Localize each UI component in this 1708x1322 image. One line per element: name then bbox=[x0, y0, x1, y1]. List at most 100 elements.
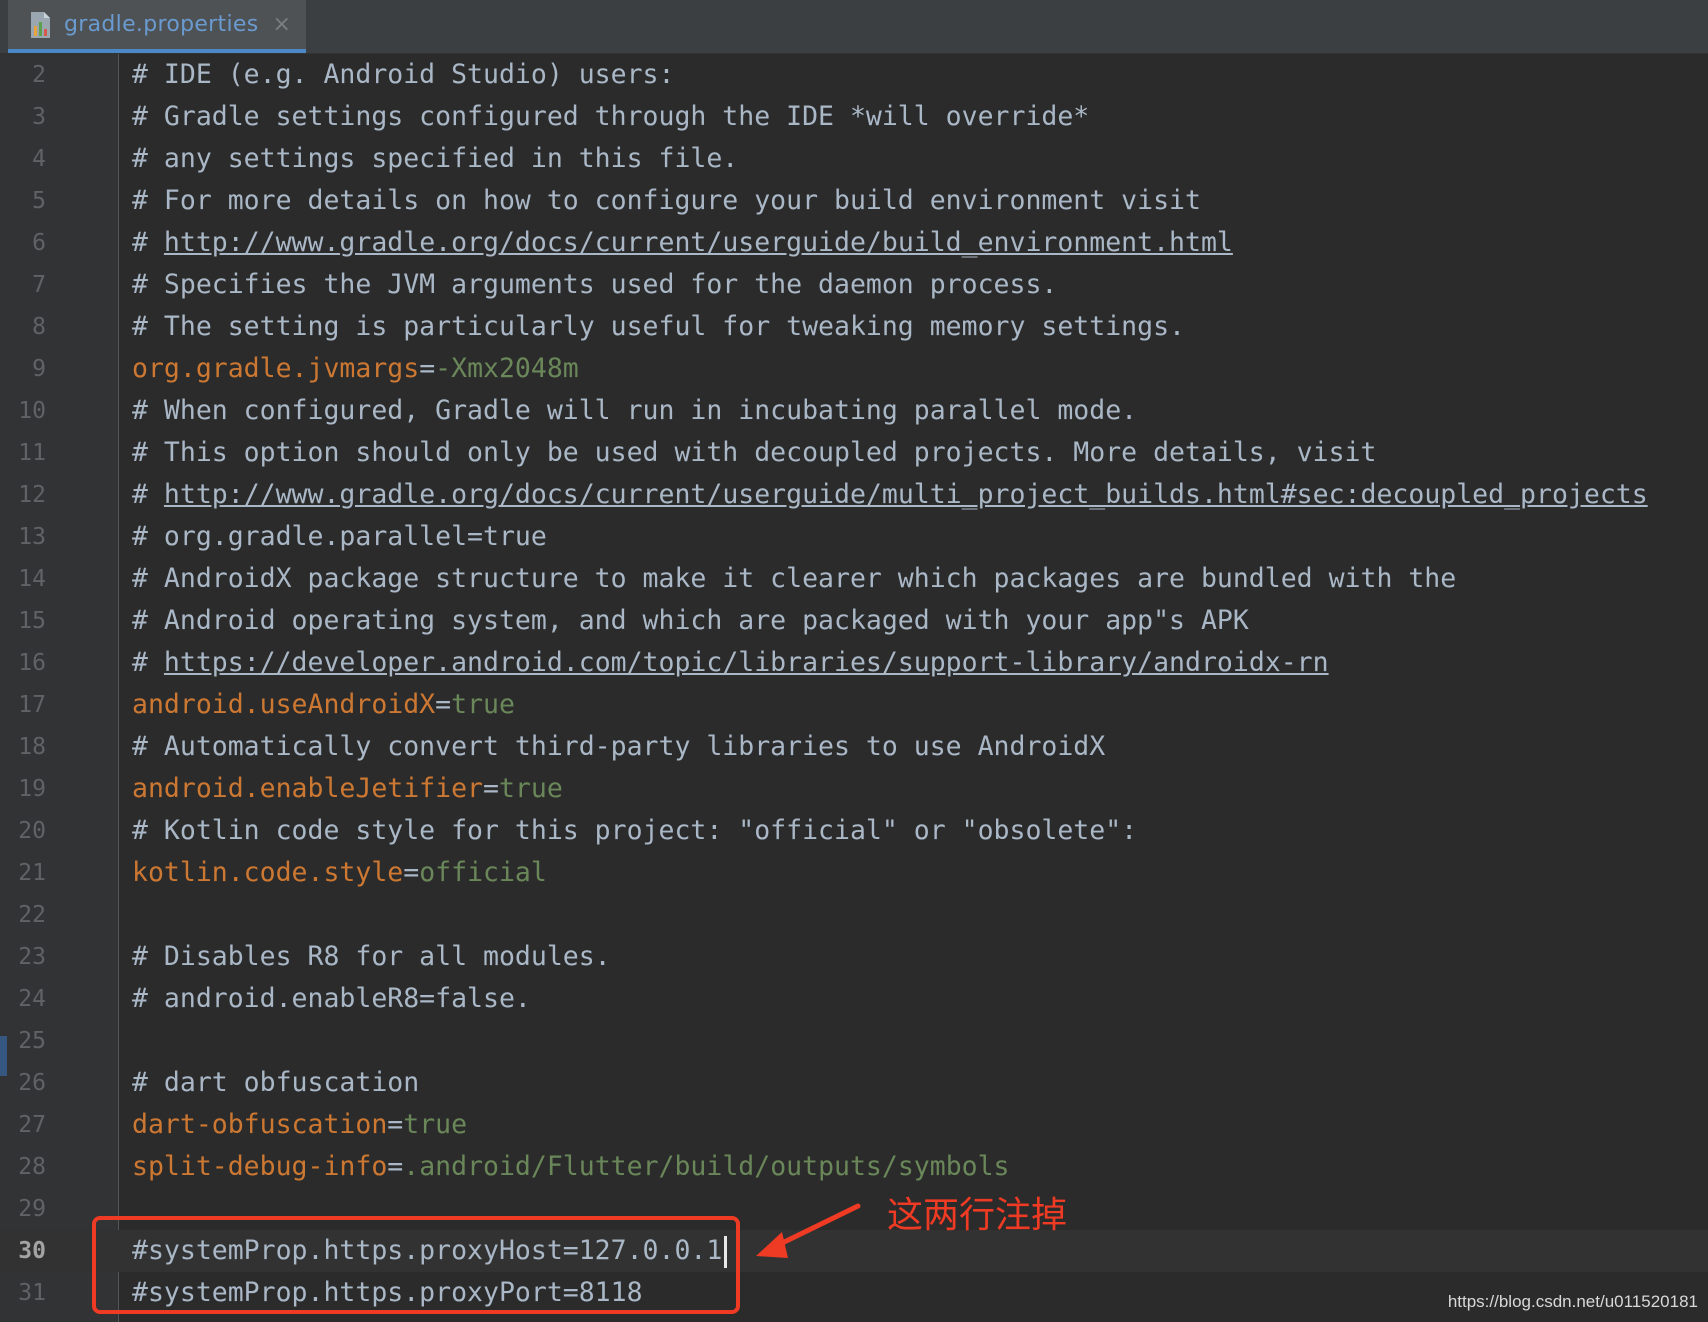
code-line[interactable]: 8 # The setting is particularly useful fo… bbox=[0, 306, 1708, 348]
code-line[interactable]: 11 # This option should only be used with… bbox=[0, 432, 1708, 474]
line-number: 4 bbox=[32, 146, 46, 172]
code-token: # Disables R8 for all modules. bbox=[132, 941, 611, 972]
line-number: 14 bbox=[18, 566, 46, 592]
property-value: -Xmx2048m bbox=[435, 353, 579, 384]
code-line[interactable]: 2 # IDE (e.g. Android Studio) users: bbox=[0, 54, 1708, 96]
line-number: 31 bbox=[18, 1280, 46, 1306]
code-line[interactable]: 7 # Specifies the JVM arguments used for … bbox=[0, 264, 1708, 306]
code-token: # bbox=[132, 479, 164, 510]
url-link[interactable]: https://developer.android.com/topic/libr… bbox=[164, 647, 1329, 678]
code-token: # Gradle settings configured through the… bbox=[132, 101, 1090, 132]
watermark: https://blog.csdn.net/u011520181 bbox=[1447, 1292, 1698, 1311]
code-token: # Specifies the JVM arguments used for t… bbox=[132, 269, 1058, 300]
code-text: # Kotlin code style for this project: "o… bbox=[132, 810, 1137, 852]
property-key: kotlin.code.style bbox=[132, 857, 404, 888]
tab-gradle-properties[interactable]: gradle.properties × bbox=[8, 0, 306, 53]
code-token: # bbox=[132, 647, 164, 678]
code-line[interactable]: 4 # any settings specified in this file. bbox=[0, 138, 1708, 180]
code-token: # bbox=[132, 227, 164, 258]
property-key: android.useAndroidX bbox=[132, 689, 436, 720]
code-text: # This option should only be used with d… bbox=[132, 432, 1376, 474]
arrow-icon bbox=[756, 1203, 861, 1258]
line-number: 20 bbox=[18, 818, 46, 844]
line-number: 5 bbox=[32, 188, 46, 214]
code-token: # This option should only be used with d… bbox=[132, 437, 1377, 468]
line-number: 8 bbox=[32, 314, 46, 340]
code-token: # any settings specified in this file. bbox=[132, 143, 739, 174]
annotation-text: 这两行注掉 bbox=[887, 1195, 1068, 1236]
line-number: 2 bbox=[32, 62, 46, 88]
code-text: # http://www.gradle.org/docs/current/use… bbox=[132, 474, 1648, 516]
property-value: true bbox=[403, 1109, 468, 1140]
code-line[interactable]: 28 split-debug-info=.android/Flutter/buil… bbox=[0, 1146, 1708, 1188]
code-line[interactable]: 24 # android.enableR8=false. bbox=[0, 978, 1708, 1020]
code-line[interactable]: 6 # http://www.gradle.org/docs/current/us… bbox=[0, 222, 1708, 264]
code-token: # Kotlin code style for this project: "o… bbox=[132, 815, 1138, 846]
line-number: 3 bbox=[32, 104, 46, 130]
code-line[interactable]: 22 bbox=[0, 894, 1708, 936]
line-number: 23 bbox=[18, 944, 46, 970]
code-line[interactable]: 5 # For more details on how to configure … bbox=[0, 180, 1708, 222]
code-text: # Gradle settings configured through the… bbox=[132, 96, 1089, 138]
code-line[interactable]: 9 org.gradle.jvmargs=-Xmx2048m bbox=[0, 348, 1708, 390]
line-number: 28 bbox=[18, 1154, 46, 1180]
code-text: # dart obfuscation bbox=[132, 1062, 419, 1104]
line-number: 26 bbox=[18, 1070, 46, 1096]
code-line[interactable]: 14 # AndroidX package structure to make i… bbox=[0, 558, 1708, 600]
code-text: kotlin.code.style=official bbox=[132, 852, 547, 894]
code-line[interactable]: 15 # Android operating system, and which … bbox=[0, 600, 1708, 642]
line-number: 17 bbox=[18, 692, 46, 718]
code-token: = bbox=[387, 1151, 404, 1182]
code-token: = bbox=[419, 353, 436, 384]
code-token: # Android operating system, and which ar… bbox=[132, 605, 1249, 636]
code-line[interactable]: 23 # Disables R8 for all modules. bbox=[0, 936, 1708, 978]
code-token: = bbox=[435, 689, 452, 720]
highlight-box bbox=[92, 1216, 740, 1314]
code-text: # When configured, Gradle will run in in… bbox=[132, 390, 1137, 432]
code-line[interactable]: 27 dart-obfuscation=true bbox=[0, 1104, 1708, 1146]
code-token: # android.enableR8=false. bbox=[132, 983, 531, 1014]
line-number: 30 bbox=[18, 1238, 46, 1264]
code-line[interactable]: 21 kotlin.code.style=official bbox=[0, 852, 1708, 894]
code-line[interactable]: 18 # Automatically convert third-party li… bbox=[0, 726, 1708, 768]
code-token: = bbox=[403, 857, 420, 888]
line-number: 27 bbox=[18, 1112, 46, 1138]
code-line[interactable]: 25 bbox=[0, 1020, 1708, 1062]
code-text: android.useAndroidX=true bbox=[132, 684, 515, 726]
line-number: 10 bbox=[18, 398, 46, 424]
code-text: dart-obfuscation=true bbox=[132, 1104, 467, 1146]
code-token: # AndroidX package structure to make it … bbox=[132, 563, 1457, 594]
line-number: 29 bbox=[18, 1196, 46, 1222]
url-link[interactable]: http://www.gradle.org/docs/current/userg… bbox=[164, 479, 1648, 510]
code-token: = bbox=[387, 1109, 404, 1140]
code-text: # Android operating system, and which ar… bbox=[132, 600, 1249, 642]
close-icon[interactable]: × bbox=[272, 13, 290, 36]
code-line[interactable]: 16 # https://developer.android.com/topic/… bbox=[0, 642, 1708, 684]
url-link[interactable]: http://www.gradle.org/docs/current/userg… bbox=[164, 227, 1233, 258]
line-number: 21 bbox=[18, 860, 46, 886]
property-value: true bbox=[498, 773, 563, 804]
code-line[interactable]: 10 # When configured, Gradle will run in … bbox=[0, 390, 1708, 432]
properties-file-icon bbox=[28, 10, 54, 40]
code-text: # AndroidX package structure to make it … bbox=[132, 558, 1456, 600]
property-value: true bbox=[451, 689, 515, 720]
code-line[interactable]: 19 android.enableJetifier=true bbox=[0, 768, 1708, 810]
code-token: = bbox=[483, 773, 499, 804]
code-line[interactable]: 13 # org.gradle.parallel=true bbox=[0, 516, 1708, 558]
code-line[interactable]: 17 android.useAndroidX=true bbox=[0, 684, 1708, 726]
property-key: split-debug-info bbox=[132, 1151, 388, 1182]
code-text: # The setting is particularly useful for… bbox=[132, 306, 1185, 348]
code-editor[interactable]: 2 # IDE (e.g. Android Studio) users: 3 # Gr… bbox=[0, 54, 1708, 1322]
code-line[interactable]: 12 # http://www.gradle.org/docs/current/u… bbox=[0, 474, 1708, 516]
code-text: android.enableJetifier=true bbox=[132, 768, 563, 810]
code-line[interactable]: 20 # Kotlin code style for this project: … bbox=[0, 810, 1708, 852]
code-text: # any settings specified in this file. bbox=[132, 138, 738, 180]
code-token: # Automatically convert third-party libr… bbox=[132, 731, 1106, 762]
line-number: 22 bbox=[18, 902, 46, 928]
code-line[interactable]: 3 # Gradle settings configured through th… bbox=[0, 96, 1708, 138]
code-text: org.gradle.jvmargs=-Xmx2048m bbox=[132, 348, 579, 390]
code-line[interactable]: 26 # dart obfuscation bbox=[0, 1062, 1708, 1104]
code-text: # http://www.gradle.org/docs/current/use… bbox=[132, 222, 1233, 264]
code-token: # dart obfuscation bbox=[132, 1067, 420, 1098]
line-number: 15 bbox=[18, 608, 46, 634]
